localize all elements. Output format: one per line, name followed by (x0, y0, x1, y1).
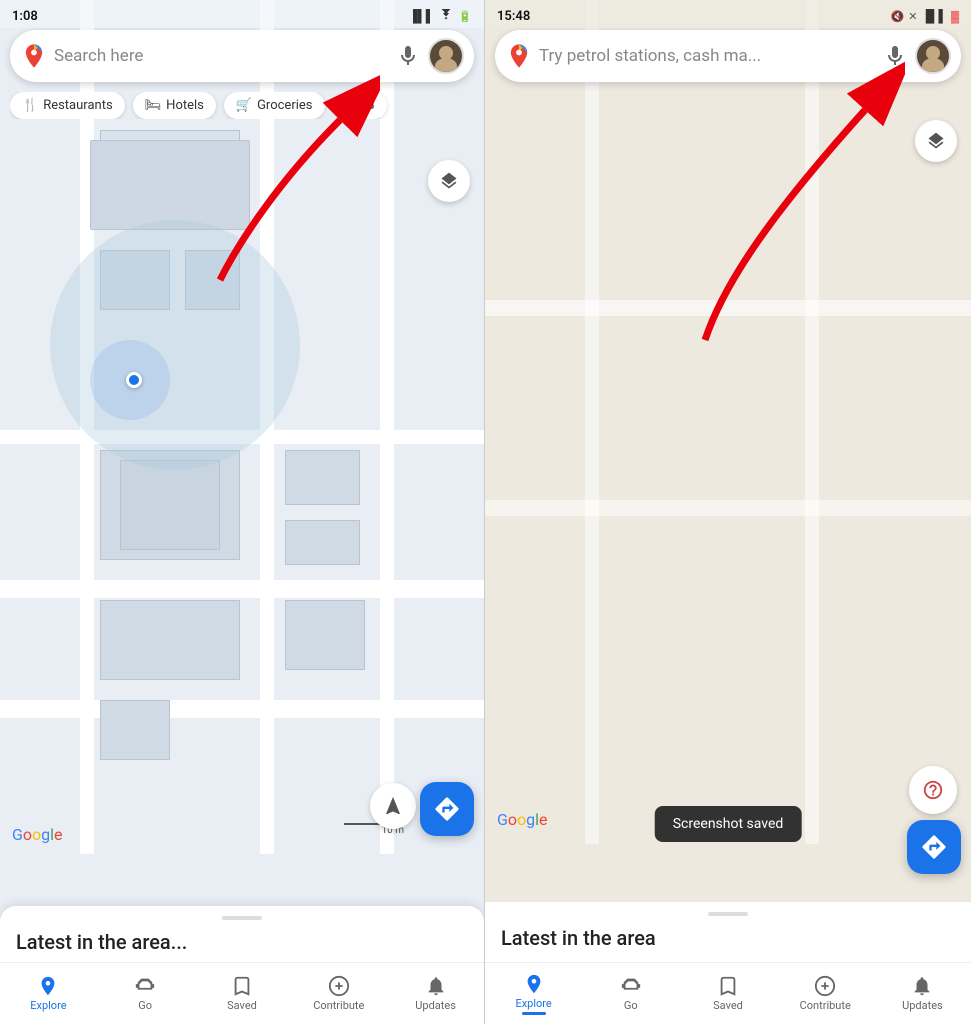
sheet-title-right: Latest in the area (501, 926, 955, 950)
directions-icon-left (433, 795, 461, 823)
google-logo-left: Google (12, 825, 63, 844)
category-pills-left: 🍴 Restaurants 🛏 Hotels 🛒 Groceries ⛽ G (10, 92, 474, 119)
nav-updates-left[interactable]: Updates (387, 975, 484, 1012)
go-icon-right (620, 975, 642, 997)
layers-btn-left[interactable] (428, 160, 470, 202)
updates-icon-left (425, 975, 447, 997)
go-icon-left (134, 975, 156, 997)
status-bar-right: 15:48 🔇 ✕ ▐▌▌ ▓ (485, 0, 971, 28)
pill-label: G (366, 98, 375, 113)
explore-icon-left (37, 975, 59, 997)
nav-saved-right[interactable]: Saved (679, 975, 776, 1012)
nav-label-updates-left: Updates (415, 999, 456, 1012)
nav-go-left[interactable]: Go (97, 975, 194, 1012)
map-left (0, 0, 484, 854)
nav-label-contribute-right: Contribute (800, 999, 851, 1012)
mic-icon-right[interactable] (883, 44, 907, 68)
compass-btn-left[interactable] (370, 783, 416, 829)
compass-icon-left (382, 795, 404, 817)
nav-label-explore-left: Explore (30, 999, 66, 1012)
nav-explore-right[interactable]: Explore (485, 973, 582, 1015)
time-left: 1:08 (12, 9, 38, 24)
status-bar-left: 1:08 ▐▌▌ 🔋 (0, 0, 484, 28)
nav-label-go-left: Go (138, 999, 152, 1012)
nav-label-saved-right: Saved (713, 999, 743, 1012)
sheet-handle-right (708, 912, 748, 916)
maps-logo-right (505, 42, 533, 70)
nav-label-contribute-left: Contribute (313, 999, 364, 1012)
bottom-nav-left: Explore Go Saved Contribute Updates (0, 962, 484, 1024)
nav-label-go-right: Go (624, 999, 638, 1012)
google-logo-right: Google (497, 810, 548, 829)
directions-fab-left[interactable] (420, 782, 474, 836)
contribute-icon-left (328, 975, 350, 997)
search-bar-left[interactable]: Search here (10, 30, 474, 82)
nav-go-right[interactable]: Go (582, 975, 679, 1012)
sheet-handle-left (222, 916, 262, 920)
nav-label-saved-left: Saved (227, 999, 257, 1012)
contribute-icon-right (814, 975, 836, 997)
layers-icon-right (926, 131, 946, 151)
nav-contribute-left[interactable]: Contribute (290, 975, 387, 1012)
mute-icon-right: 🔇 (891, 10, 905, 23)
battery-icon-right: ▓ (951, 10, 959, 23)
directions-icon-right (920, 833, 948, 861)
signal-icon-left: ▐▌▌ (409, 9, 435, 23)
pill-label: Restaurants (43, 98, 112, 113)
help-icon-right (922, 779, 944, 801)
map-right (485, 0, 971, 844)
search-placeholder-right: Try petrol stations, cash ma... (539, 46, 883, 66)
pill-gas[interactable]: ⛽ G (333, 92, 387, 119)
directions-fab-right[interactable] (907, 820, 961, 874)
avatar-left[interactable] (428, 38, 464, 74)
bottom-nav-right: Explore Go Saved Contribute (485, 962, 971, 1024)
snackbar-text: Screenshot saved (673, 816, 784, 832)
layers-btn-right[interactable] (915, 120, 957, 162)
mic-icon-left[interactable] (396, 44, 420, 68)
snackbar-right: Screenshot saved (655, 806, 802, 842)
pill-label: Hotels (166, 98, 204, 113)
help-btn-right[interactable] (909, 766, 957, 814)
explore-icon-right (523, 973, 545, 995)
nav-label-explore-right: Explore (515, 997, 551, 1010)
phone-right: 15:48 🔇 ✕ ▐▌▌ ▓ Try petrol stations, cas… (485, 0, 971, 1024)
saved-icon-right (717, 975, 739, 997)
nav-explore-left[interactable]: Explore (0, 975, 97, 1012)
pill-hotels[interactable]: 🛏 Hotels (133, 92, 216, 119)
pill-groceries[interactable]: 🛒 Groceries (224, 92, 325, 119)
wifi-icon-left (438, 9, 454, 24)
bottom-sheet-left: Latest in the area... (0, 906, 484, 964)
battery-icon-left: 🔋 (458, 10, 472, 23)
avatar-right[interactable] (915, 38, 951, 74)
nav-contribute-right[interactable]: Contribute (777, 975, 874, 1012)
search-placeholder-left: Search here (54, 46, 396, 66)
pill-restaurants[interactable]: 🍴 Restaurants (10, 92, 125, 119)
saved-icon-left (231, 975, 253, 997)
sheet-title-left: Latest in the area... (16, 930, 468, 954)
time-right: 15:48 (497, 9, 530, 24)
explore-active-indicator (522, 1012, 546, 1015)
nav-updates-right[interactable]: Updates (874, 975, 971, 1012)
phone-left: 1:08 ▐▌▌ 🔋 Search here 🍴 Restaura (0, 0, 485, 1024)
nav-saved-left[interactable]: Saved (194, 975, 291, 1012)
signal-x-icon-right: ✕ (908, 10, 917, 23)
updates-icon-right (911, 975, 933, 997)
maps-logo-left (20, 42, 48, 70)
pill-label: Groceries (257, 98, 312, 113)
search-bar-right[interactable]: Try petrol stations, cash ma... (495, 30, 961, 82)
bottom-sheet-right: Latest in the area (485, 902, 971, 962)
nav-label-updates-right: Updates (902, 999, 943, 1012)
signal-icon-right: ▐▌▌ (921, 9, 947, 23)
location-dot (126, 372, 142, 388)
layers-icon-left (439, 171, 459, 191)
